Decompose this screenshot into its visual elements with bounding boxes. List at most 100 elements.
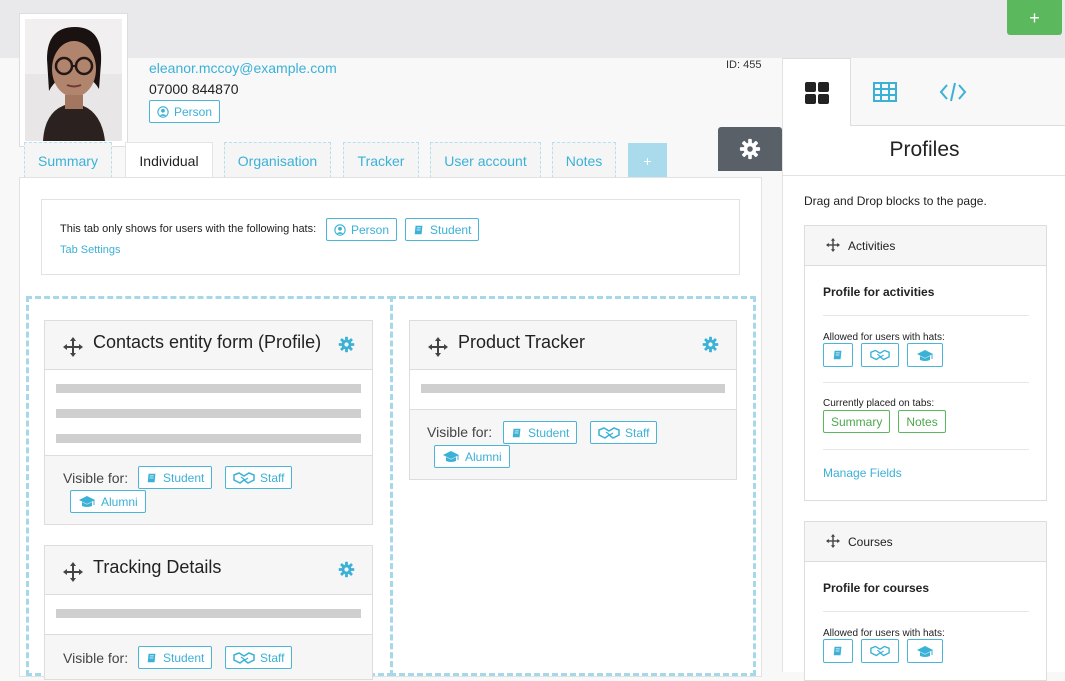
tab-label: Notes <box>565 152 603 169</box>
move-icon[interactable] <box>63 337 83 357</box>
gear-icon <box>739 138 761 160</box>
add-tab-button[interactable]: + <box>628 143 667 178</box>
tab-settings-link[interactable]: Tab Settings <box>60 244 121 256</box>
visible-for-label: Visible for: <box>427 424 493 440</box>
hat-label: Student <box>163 650 205 665</box>
placed-tabs: Summary Notes <box>823 410 946 433</box>
hat-label: Staff <box>260 650 285 665</box>
hat-badge-student[interactable]: Student <box>503 421 578 444</box>
move-icon[interactable] <box>63 562 83 582</box>
divider <box>823 315 1029 316</box>
block-product-tracker[interactable]: Product Tracker Visible for: Student Sta… <box>409 320 737 480</box>
gear-icon[interactable] <box>338 561 355 578</box>
tab-label: Tracker <box>357 152 405 169</box>
profile-photo <box>25 19 122 141</box>
profiles-sidebar: Profiles Drag and Drop blocks to the pag… <box>782 58 1065 681</box>
sidebar-tab-blocks[interactable] <box>783 58 851 126</box>
email-link[interactable]: eleanor.mccoy@example.com <box>149 60 337 76</box>
card-profile-name: Profile for activities <box>823 285 935 299</box>
tab-settings-button[interactable] <box>718 127 782 171</box>
hat-badge-student[interactable] <box>823 639 853 663</box>
block-body <box>45 370 372 456</box>
hat-badge-student[interactable]: Student <box>405 218 480 241</box>
sidebar-title: Profiles <box>889 138 960 161</box>
person-hat-badge[interactable]: Person <box>149 100 221 123</box>
tab-label: Organisation <box>237 152 318 169</box>
placeholder-bar <box>421 384 725 393</box>
allowed-hats-label: Allowed for users with hats: <box>823 628 945 639</box>
allowed-hats-label: Allowed for users with hats: <box>823 332 945 343</box>
divider <box>783 175 1065 176</box>
hat-badge-person[interactable]: Person <box>326 218 398 241</box>
move-icon[interactable] <box>826 534 840 548</box>
gear-icon[interactable] <box>702 336 719 353</box>
person-hat-label: Person <box>174 104 213 119</box>
code-icon <box>939 82 967 102</box>
tab-notes[interactable]: Notes <box>552 142 616 178</box>
block-contacts-entity-form[interactable]: Contacts entity form (Profile) Visible f… <box>44 320 373 525</box>
block-title: Product Tracker <box>458 332 586 352</box>
hat-badge-alumni[interactable] <box>907 343 943 367</box>
add-button[interactable]: + <box>1007 0 1062 35</box>
tab-summary[interactable]: Summary <box>24 142 112 178</box>
phone-number: 07000 844870 <box>149 81 239 97</box>
tab-organisation[interactable]: Organisation <box>224 142 331 178</box>
divider <box>823 611 1029 612</box>
block-body <box>45 595 372 635</box>
hat-badge-alumni[interactable]: Alumni <box>434 445 510 468</box>
tab-tracker[interactable]: Tracker <box>343 142 419 178</box>
book-icon <box>147 653 156 662</box>
placeholder-bar <box>56 609 361 618</box>
record-id: ID: 455 <box>726 59 762 71</box>
tab-info-text: This tab only shows for users with the f… <box>60 223 317 235</box>
book-icon <box>147 473 156 482</box>
hat-label: Alumni <box>465 449 502 464</box>
gear-icon[interactable] <box>338 336 355 353</box>
sidebar-hint: Drag and Drop blocks to the page. <box>804 194 987 208</box>
hat-badge-staff[interactable] <box>861 639 899 663</box>
hat-badge-staff[interactable]: Staff <box>225 646 293 669</box>
move-icon[interactable] <box>826 238 840 252</box>
hat-label: Person <box>351 222 390 237</box>
profile-card-activities[interactable]: Activities Profile for activities Allowe… <box>804 225 1047 501</box>
placed-tab-notes[interactable]: Notes <box>898 410 946 433</box>
hat-label: Student <box>430 222 472 237</box>
graduation-cap-icon <box>917 349 933 361</box>
card-header: Activities <box>805 226 1046 266</box>
block-title: Tracking Details <box>93 557 222 577</box>
placeholder-bar <box>56 409 361 418</box>
move-icon[interactable] <box>428 337 448 357</box>
handshake-icon <box>598 426 620 439</box>
top-bar <box>0 0 1065 58</box>
graduation-cap-icon <box>79 496 95 507</box>
tab-individual[interactable]: Individual <box>125 142 213 179</box>
hat-badge-staff[interactable] <box>861 343 899 367</box>
hat-label: Alumni <box>101 494 138 509</box>
avatar <box>19 13 128 147</box>
user-circle-icon <box>157 105 169 118</box>
hat-badge-staff[interactable]: Staff <box>225 466 293 489</box>
manage-fields-link[interactable]: Manage Fields <box>823 466 902 480</box>
hat-label: Staff <box>260 470 285 485</box>
hat-badge-alumni[interactable] <box>907 639 943 663</box>
tab-user-account[interactable]: User account <box>430 142 541 178</box>
hat-badge-student[interactable] <box>823 343 853 367</box>
table-icon <box>873 82 897 102</box>
book-icon <box>833 350 842 360</box>
sidebar-tab-table[interactable] <box>851 58 919 126</box>
block-tracking-details[interactable]: Tracking Details Visible for: Student St… <box>44 545 373 680</box>
hat-badge-staff[interactable]: Staff <box>590 421 658 444</box>
placed-tab-summary[interactable]: Summary <box>823 410 891 433</box>
sidebar-tab-code[interactable] <box>919 58 987 126</box>
card-title: Activities <box>848 239 896 253</box>
divider <box>823 449 1029 450</box>
hat-badge-student[interactable]: Student <box>138 646 213 669</box>
hat-badge-student[interactable]: Student <box>138 466 213 489</box>
hat-badge-alumni[interactable]: Alumni <box>70 490 146 513</box>
card-title: Courses <box>848 535 893 549</box>
block-body <box>410 370 736 410</box>
profile-card-courses[interactable]: Courses Profile for courses Allowed for … <box>804 521 1047 681</box>
placeholder-bar <box>56 384 361 393</box>
divider <box>823 382 1029 383</box>
card-header: Courses <box>805 522 1046 562</box>
